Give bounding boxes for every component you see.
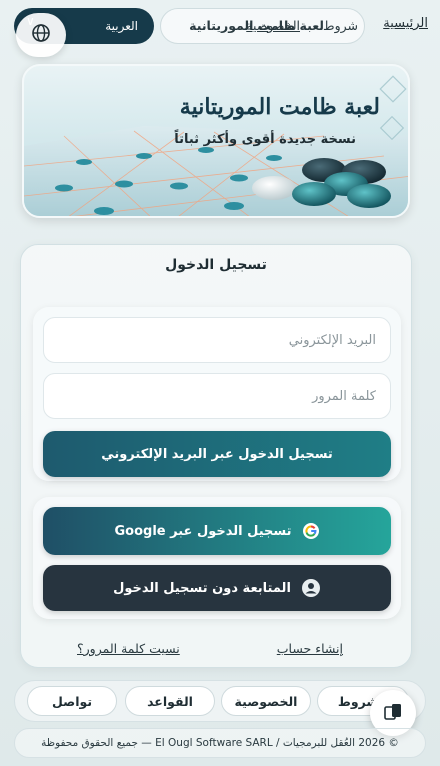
email-field[interactable] (43, 317, 391, 363)
google-login-button[interactable]: تسجيل الدخول عبر Google (43, 507, 391, 555)
footer-link-rules-label: القواعد (147, 693, 193, 709)
footer-link-privacy[interactable]: الخصوصية (221, 686, 311, 716)
hero-title: لعبة ظامت الموريتانية (179, 94, 380, 120)
forgot-password-link[interactable]: نسيت كلمة المرور؟ (77, 641, 180, 656)
user-icon (301, 578, 321, 598)
alternative-login-block: تسجيل الدخول عبر Google المتابعة دون تسج… (33, 497, 401, 619)
create-account-link[interactable]: إنشاء حساب (277, 641, 343, 656)
hero-subtitle: نسخة جديدة أقوى وأكثر ثباتاً (174, 132, 356, 147)
footer-link-rules[interactable]: القواعد (125, 686, 215, 716)
language-label: العربية (105, 19, 138, 33)
top-bar: العربية ∨ شروط لعبة ظامت الموريتانية الخ… (0, 0, 440, 57)
top-nav-scroller[interactable]: شروط لعبة ظامت الموريتانية الخصوصية (160, 8, 365, 44)
password-field[interactable] (43, 373, 391, 419)
hero-banner: لعبة ظامت الموريتانية نسخة جديدة أقوى وأ… (22, 64, 410, 218)
footer-link-contact-label: تواصل (51, 693, 93, 709)
globe-button[interactable] (16, 13, 66, 57)
top-nav-item-privacy[interactable]: الخصوصية (246, 18, 300, 33)
copyright-text: © 2026 العُقل للبرمجيات / El Ougl Softwa… (41, 737, 399, 749)
login-card: تسجيل الدخول تسجيل الدخول عبر البريد الإ… (20, 244, 412, 668)
guest-continue-label: المتابعة دون تسجيل الدخول (113, 580, 291, 596)
email-login-form: تسجيل الدخول عبر البريد الإلكتروني (33, 307, 401, 481)
login-title: تسجيل الدخول (165, 257, 267, 273)
email-login-button[interactable]: تسجيل الدخول عبر البريد الإلكتروني (43, 431, 391, 477)
footer-link-contact[interactable]: تواصل (27, 686, 117, 716)
email-login-label: تسجيل الدخول عبر البريد الإلكتروني (101, 446, 333, 462)
app-page: العربية ∨ شروط لعبة ظامت الموريتانية الخ… (0, 0, 440, 766)
footer-link-privacy-label: الخصوصية (234, 693, 298, 709)
copyright-bar: © 2026 العُقل للبرمجيات / El Ougl Softwa… (14, 728, 426, 758)
guest-continue-button[interactable]: المتابعة دون تسجيل الدخول (43, 565, 391, 611)
globe-icon (31, 23, 51, 47)
google-login-label: تسجيل الدخول عبر Google (114, 523, 292, 539)
top-nav-item-terms[interactable]: شروط (323, 18, 358, 33)
nav-home-link[interactable]: الرئيسية (383, 16, 428, 31)
screen-toggle-icon (382, 700, 404, 726)
footer-nav: الشروط الخصوصية القواعد تواصل (14, 680, 426, 722)
google-icon (302, 522, 320, 540)
